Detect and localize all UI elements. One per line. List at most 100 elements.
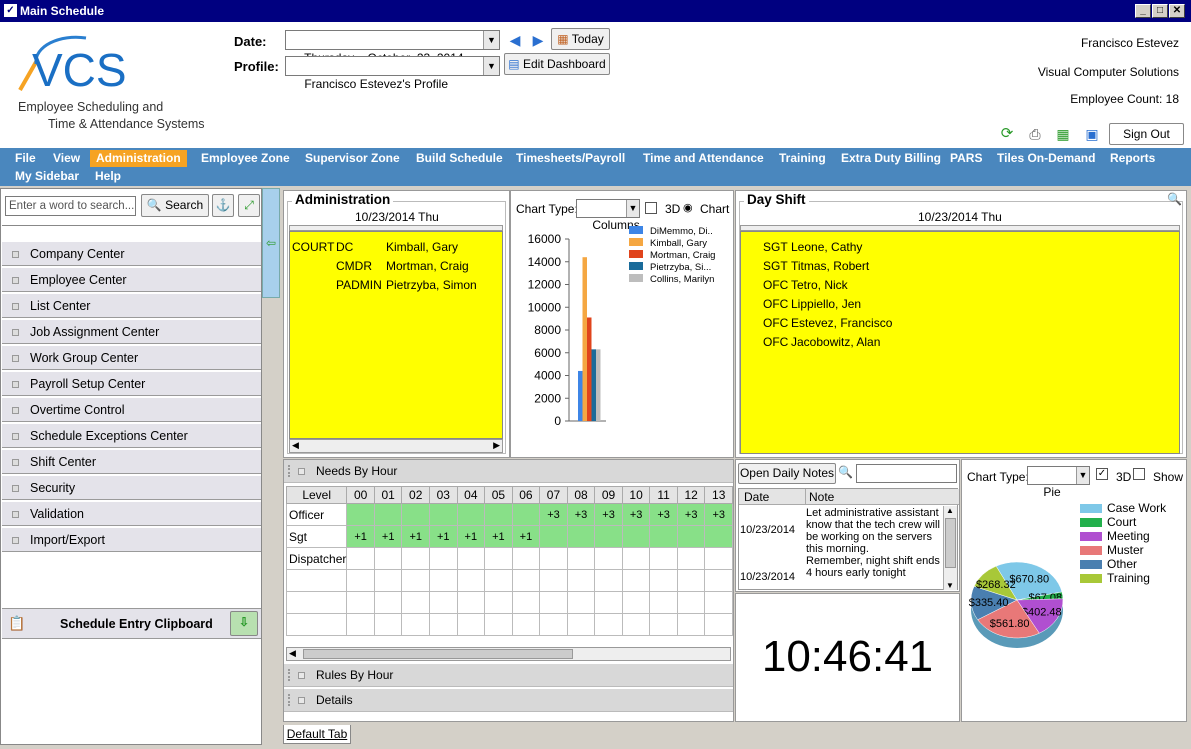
hour-cell[interactable] xyxy=(676,569,706,592)
layout-icon[interactable]: ▦ xyxy=(1054,125,1072,143)
admin-employee-name[interactable]: Mortman, Craig xyxy=(386,259,469,273)
hour-cell[interactable] xyxy=(511,613,541,636)
shift-employee-name[interactable]: Estevez, Francisco xyxy=(791,316,892,330)
chevron-down-icon[interactable]: ▼ xyxy=(483,31,499,49)
hour-cell[interactable] xyxy=(346,569,375,592)
menu-time-and-attendance[interactable]: Time and Attendance xyxy=(637,150,770,167)
hour-cell[interactable] xyxy=(649,569,678,592)
hour-cell[interactable] xyxy=(566,613,596,636)
hour-cell[interactable] xyxy=(649,525,678,548)
menu-pars[interactable]: PARS xyxy=(944,150,988,167)
hour-cell[interactable] xyxy=(649,547,678,570)
hour-cell[interactable] xyxy=(429,591,458,614)
hour-cell[interactable] xyxy=(621,613,651,636)
hour-cell[interactable] xyxy=(594,547,623,570)
hour-cell[interactable] xyxy=(429,613,458,636)
hour-cell[interactable] xyxy=(676,525,706,548)
expand-icon[interactable]: ⤢ xyxy=(238,194,260,217)
needs-by-hour-header[interactable]: Needs By Hour xyxy=(284,460,733,483)
maximize-button[interactable]: □ xyxy=(1152,4,1168,18)
search-button[interactable]: 🔍 Search xyxy=(141,194,209,217)
hour-cell[interactable] xyxy=(566,525,596,548)
hour-cell[interactable] xyxy=(456,569,486,592)
hour-cell[interactable] xyxy=(373,569,403,592)
sign-out-button[interactable]: Sign Out xyxy=(1109,123,1184,145)
hour-cell[interactable] xyxy=(373,613,403,636)
search-icon[interactable]: 🔍 xyxy=(838,465,853,479)
hour-cell[interactable]: +3 xyxy=(539,503,568,526)
hour-cell[interactable] xyxy=(566,547,596,570)
hour-cell[interactable] xyxy=(484,503,513,526)
details-header[interactable]: Details xyxy=(284,689,733,712)
menu-reports[interactable]: Reports xyxy=(1104,150,1161,167)
hour-cell[interactable]: +1 xyxy=(373,525,403,548)
hour-cell[interactable] xyxy=(373,503,403,526)
previous-day-icon[interactable]: ◀ xyxy=(507,31,523,49)
admin-employee-name[interactable]: Kimball, Gary xyxy=(386,240,458,254)
hour-cell[interactable]: +3 xyxy=(621,503,651,526)
window-icon[interactable]: ▣ xyxy=(1083,125,1101,143)
hour-cell[interactable] xyxy=(373,591,403,614)
minimize-button[interactable]: _ xyxy=(1135,4,1151,18)
shift-employee-name[interactable]: Leone, Cathy xyxy=(791,240,862,254)
hour-cell[interactable] xyxy=(346,591,375,614)
hour-cell[interactable]: +1 xyxy=(401,525,430,548)
show-checkbox[interactable] xyxy=(1133,468,1145,480)
hour-cell[interactable] xyxy=(704,591,733,614)
pie-chart-type-select[interactable]: Pie ▼ xyxy=(1027,466,1090,499)
hour-cell[interactable] xyxy=(594,591,623,614)
hour-cell[interactable] xyxy=(511,503,541,526)
sidebar-item-schedule-exceptions-center[interactable]: Schedule Exceptions Center xyxy=(2,423,261,448)
hour-cell[interactable] xyxy=(621,569,651,592)
hour-cell[interactable] xyxy=(511,569,541,592)
hour-cell[interactable] xyxy=(511,547,541,570)
3d-checkbox[interactable] xyxy=(645,202,657,214)
hour-cell[interactable] xyxy=(511,591,541,614)
sidebar-item-list-center[interactable]: List Center xyxy=(2,293,261,318)
sidebar-item-validation[interactable]: Validation xyxy=(2,501,261,526)
chevron-down-icon[interactable]: ▼ xyxy=(1076,467,1089,484)
print-icon[interactable]: ⎙ xyxy=(1026,125,1044,143)
hour-cell[interactable] xyxy=(346,547,375,570)
menu-my-sidebar[interactable]: My Sidebar xyxy=(9,168,85,185)
date-picker[interactable]: Thursday , October 23, 2014 ▼ xyxy=(285,30,500,65)
hour-cell[interactable] xyxy=(401,547,430,570)
menu-training[interactable]: Training xyxy=(773,150,832,167)
hour-cell[interactable]: +1 xyxy=(456,525,486,548)
hour-cell[interactable] xyxy=(484,591,513,614)
hour-cell[interactable] xyxy=(456,613,486,636)
sidebar-item-work-group-center[interactable]: Work Group Center xyxy=(2,345,261,370)
scroll-left-icon[interactable]: ◀ xyxy=(292,440,299,451)
hour-cell[interactable]: +1 xyxy=(429,525,458,548)
sidebar-collapse-handle[interactable]: ⇦ xyxy=(262,188,280,298)
hour-cell[interactable] xyxy=(373,547,403,570)
scroll-down-icon[interactable]: ▼ xyxy=(946,581,954,590)
hour-cell[interactable] xyxy=(456,503,486,526)
menu-view[interactable]: View xyxy=(47,150,86,167)
bar[interactable] xyxy=(591,349,597,421)
profile-select[interactable]: Francisco Estevez's Profile ▼ xyxy=(285,56,500,91)
menu-build-schedule[interactable]: Build Schedule xyxy=(410,150,509,167)
menu-administration[interactable]: Administration xyxy=(90,150,187,167)
horizontal-scrollbar[interactable]: ◀ ▶ xyxy=(289,439,503,453)
hour-cell[interactable] xyxy=(566,591,596,614)
sidebar-item-company-center[interactable]: Company Center xyxy=(2,241,261,266)
hour-cell[interactable] xyxy=(704,613,733,636)
next-day-icon[interactable]: ▶ xyxy=(530,31,546,49)
hour-cell[interactable] xyxy=(676,613,706,636)
notes-note-header[interactable]: Note xyxy=(809,490,834,504)
hour-cell[interactable]: +1 xyxy=(511,525,541,548)
hour-cell[interactable] xyxy=(649,591,678,614)
hour-cell[interactable] xyxy=(594,613,623,636)
shift-employee-name[interactable]: Lippiello, Jen xyxy=(791,297,861,311)
close-button[interactable]: ✕ xyxy=(1169,4,1185,18)
scrollbar-thumb[interactable] xyxy=(945,518,956,568)
menu-extra-duty-billing[interactable]: Extra Duty Billing xyxy=(835,150,947,167)
sidebar-item-payroll-setup-center[interactable]: Payroll Setup Center xyxy=(2,371,261,396)
download-arrow-icon[interactable]: ⇩ xyxy=(230,611,258,636)
hour-cell[interactable] xyxy=(429,547,458,570)
hour-cell[interactable] xyxy=(676,591,706,614)
vertical-scrollbar[interactable]: ▲ ▼ xyxy=(943,506,957,590)
hour-cell[interactable] xyxy=(704,569,733,592)
3d-checkbox[interactable]: ✓ xyxy=(1096,468,1108,480)
